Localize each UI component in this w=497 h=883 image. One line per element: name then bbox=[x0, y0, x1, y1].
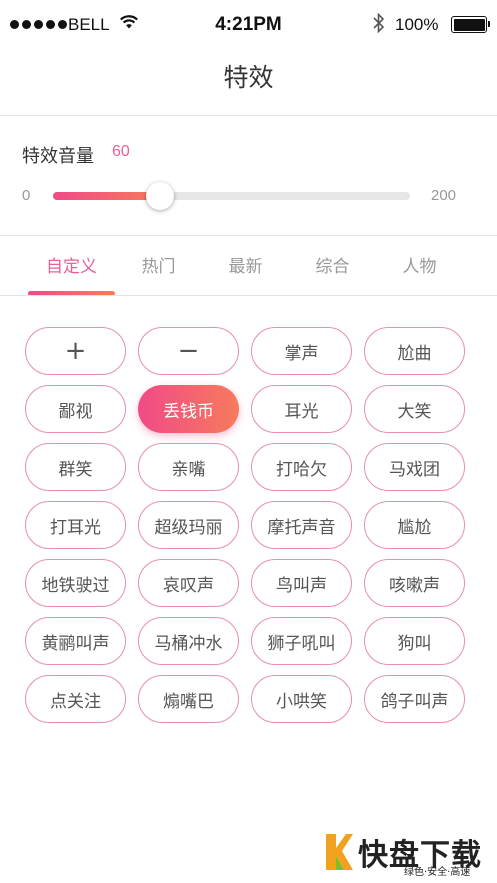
volume-slider-thumb[interactable] bbox=[146, 182, 175, 210]
effect-chip[interactable]: 打哈欠 bbox=[251, 443, 352, 491]
bluetooth-icon bbox=[373, 12, 385, 34]
slider-min-label: 0 bbox=[22, 187, 31, 204]
effect-chip[interactable]: 煽嘴巴 bbox=[138, 675, 239, 723]
effect-chip[interactable]: 超级玛丽 bbox=[138, 501, 239, 549]
tab-1[interactable]: 热门 bbox=[115, 252, 202, 292]
effect-chip[interactable]: 小哄笑 bbox=[251, 675, 352, 723]
tab-4[interactable]: 人物 bbox=[376, 252, 463, 292]
volume-value: 60 bbox=[112, 143, 130, 160]
effect-chip[interactable]: 哀叹声 bbox=[138, 559, 239, 607]
battery-percent: 100% bbox=[395, 15, 439, 34]
effect-chip[interactable]: 尴尬 bbox=[364, 501, 465, 549]
effect-chip[interactable]: 群笑 bbox=[25, 443, 126, 491]
volume-label: 特效音量 bbox=[22, 146, 94, 167]
battery-icon bbox=[451, 16, 490, 33]
effect-chip[interactable]: 摩托声音 bbox=[251, 501, 352, 549]
tab-3[interactable]: 综合 bbox=[289, 252, 376, 292]
effect-chip[interactable]: 马戏团 bbox=[364, 443, 465, 491]
effect-chip[interactable]: 鸽子叫声 bbox=[364, 675, 465, 723]
tab-2[interactable]: 最新 bbox=[202, 252, 289, 292]
category-tabs: 自定义 热门 最新 综合 人物 bbox=[0, 252, 497, 296]
watermark-tagline: 绿色·安全·高速 bbox=[404, 867, 471, 878]
section-divider bbox=[0, 235, 497, 236]
effect-chip[interactable]: 地铁驶过 bbox=[25, 559, 126, 607]
volume-slider-fill bbox=[53, 192, 161, 200]
effect-chip[interactable]: 大笑 bbox=[364, 385, 465, 433]
volume-slider[interactable] bbox=[53, 182, 410, 210]
plus-icon: + bbox=[64, 336, 87, 366]
effect-chip[interactable]: 狗叫 bbox=[364, 617, 465, 665]
status-bar: BELL 4:21PM 100% bbox=[0, 0, 497, 48]
effects-grid: + − 掌声 尬曲鄙视 丢钱币 耳光 大笑群笑 亲嘴 打哈欠 马戏团打耳光 超级玛丽 摩托声音 尴尬地铁… bbox=[25, 327, 465, 723]
header-divider bbox=[0, 115, 497, 116]
watermark-logo: 快盘下载 绿色·安全·高速 bbox=[324, 830, 494, 878]
tab-0[interactable]: 自定义 bbox=[28, 252, 115, 296]
effect-chip[interactable]: 鄙视 bbox=[25, 385, 126, 433]
effect-chip[interactable]: 黄鹂叫声 bbox=[25, 617, 126, 665]
effect-chip[interactable]: 鸟叫声 bbox=[251, 559, 352, 607]
effect-chip[interactable]: 打耳光 bbox=[25, 501, 126, 549]
remove-effect-button[interactable]: − bbox=[138, 327, 239, 375]
effect-chip[interactable]: 尬曲 bbox=[364, 327, 465, 375]
effect-chip[interactable]: 马桶冲水 bbox=[138, 617, 239, 665]
add-effect-button[interactable]: + bbox=[25, 327, 126, 375]
effect-chip[interactable]: 咳嗽声 bbox=[364, 559, 465, 607]
effect-chip[interactable]: 狮子吼叫 bbox=[251, 617, 352, 665]
effect-chip[interactable]: 掌声 bbox=[251, 327, 352, 375]
page-title: 特效 bbox=[223, 63, 274, 92]
tabs-divider bbox=[0, 295, 497, 296]
effect-chip[interactable]: 丢钱币 bbox=[138, 385, 239, 433]
effect-chip[interactable]: 耳光 bbox=[251, 385, 352, 433]
watermark-k-icon bbox=[326, 834, 353, 870]
slider-max-label: 200 bbox=[431, 187, 457, 204]
effect-chip[interactable]: 亲嘴 bbox=[138, 443, 239, 491]
minus-icon: − bbox=[177, 336, 200, 366]
effect-chip[interactable]: 点关注 bbox=[25, 675, 126, 723]
